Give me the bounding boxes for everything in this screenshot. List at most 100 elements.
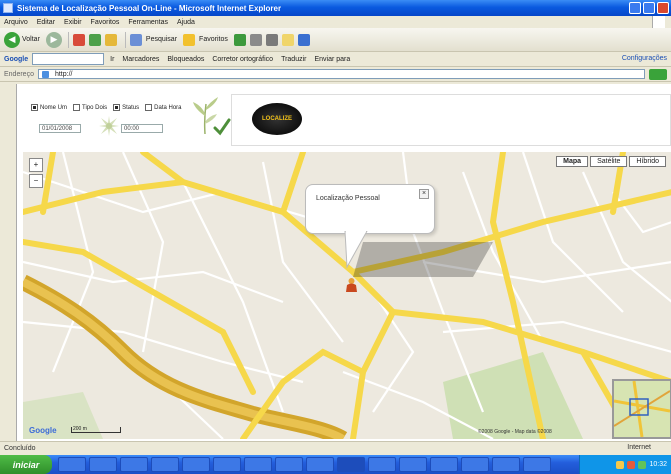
status-bar: Concluído Internet (0, 441, 671, 455)
tray-icon[interactable] (616, 460, 625, 469)
overview-map[interactable] (612, 379, 671, 439)
print-icon[interactable] (265, 33, 278, 46)
zoom-control: + − (29, 158, 43, 190)
filter-checkbox-4[interactable]: Data Hora (145, 104, 182, 111)
window-titlebar[interactable]: Sistema de Localização Pessoal On-Line -… (0, 0, 671, 16)
map-type-satellite[interactable]: Satélite (590, 156, 628, 167)
zoom-out-button[interactable]: − (29, 174, 43, 188)
taskbar-task-button[interactable] (368, 457, 396, 472)
tray-icon[interactable] (627, 460, 636, 469)
taskbar-task-button[interactable] (244, 457, 272, 472)
windows-logo-icon (652, 16, 665, 28)
start-button[interactable]: iniciar (0, 455, 52, 474)
tray-icon[interactable] (638, 460, 647, 469)
address-bar: Endereço http:// (0, 67, 671, 82)
date-from-input[interactable]: 01/01/2008 (39, 124, 81, 133)
google-map[interactable]: + − Mapa Satélite Híbrido Localização Pe… (23, 152, 671, 439)
info-close-button[interactable]: × (419, 189, 429, 199)
logo-text: LOCALIZE (262, 116, 292, 122)
taskbar-task-button[interactable] (151, 457, 179, 472)
taskbar-task-button[interactable] (430, 457, 458, 472)
address-input[interactable]: http:// (37, 69, 645, 79)
mail-icon[interactable] (249, 33, 262, 46)
close-button[interactable] (657, 2, 669, 14)
translate-button[interactable]: Traduzir (281, 56, 306, 63)
checkbox-label: Tipo Dois (82, 104, 108, 111)
google-search-input[interactable] (32, 53, 105, 65)
checkbox-label: Status (122, 104, 140, 111)
checkbox-label: Data Hora (154, 104, 182, 111)
minimize-button[interactable] (629, 2, 641, 14)
history-icon[interactable] (233, 33, 246, 46)
settings-button[interactable]: Configurações (622, 55, 667, 62)
window-title: Sistema de Localização Pessoal On-Line -… (17, 3, 282, 13)
map-type-hybrid[interactable]: Híbrido (629, 156, 666, 167)
menu-item-help[interactable]: Ajuda (177, 19, 195, 26)
clock[interactable]: 10:32 (649, 461, 667, 468)
google-go-button[interactable]: Ir (110, 56, 114, 63)
bookmarks-button[interactable]: Marcadores (122, 56, 159, 63)
taskbar-task-button[interactable] (492, 457, 520, 472)
taskbar-task-button[interactable] (89, 457, 117, 472)
search-icon[interactable] (129, 33, 142, 46)
logo-panel: LOCALIZE (231, 94, 671, 146)
taskbar-task-button[interactable] (523, 457, 551, 472)
taskbar-task-button[interactable] (275, 457, 303, 472)
window-controls (629, 2, 669, 14)
taskbar-task-button[interactable] (461, 457, 489, 472)
refresh-icon[interactable] (88, 33, 101, 46)
checkbox-box[interactable] (31, 104, 38, 111)
filter-checkbox-2[interactable]: Tipo Dois (73, 104, 107, 111)
menu-item-favorites[interactable]: Favoritos (91, 19, 120, 26)
go-button[interactable] (649, 69, 667, 80)
send-to-button[interactable]: Enviar para (314, 56, 350, 63)
page-content: Nome Um Tipo Dois Status Data Hora 01/01… (16, 84, 671, 441)
flower-decoration-icon (99, 116, 119, 136)
toolbar-divider (124, 31, 126, 48)
favorites-star-icon[interactable] (183, 33, 196, 46)
taskbar-task-button[interactable] (120, 457, 148, 472)
map-type-map[interactable]: Mapa (556, 156, 589, 167)
menu-bar: Arquivo Editar Exibir Favoritos Ferramen… (0, 16, 671, 28)
person-marker-icon[interactable] (345, 277, 358, 292)
back-button[interactable]: ◀ (4, 31, 20, 48)
info-window-title: Localização Pessoal (316, 195, 380, 202)
spellcheck-button[interactable]: Corretor ortográfico (212, 56, 273, 63)
popup-blocked-button[interactable]: Bloqueados (167, 56, 204, 63)
filter-checkbox-1[interactable]: Nome Um (31, 104, 67, 111)
taskbar-task-button[interactable] (399, 457, 427, 472)
filter-checkbox-3[interactable]: Status (113, 104, 139, 111)
search-label[interactable]: Pesquisar (146, 36, 177, 43)
date-to-input[interactable]: 00:00 (121, 124, 163, 133)
company-logo: LOCALIZE (252, 103, 302, 135)
google-map-logo: Google (29, 426, 57, 435)
taskbar-task-button[interactable] (213, 457, 241, 472)
maximize-button[interactable] (643, 2, 655, 14)
address-label: Endereço (4, 70, 34, 78)
status-text: Concluído (4, 445, 36, 452)
messenger-icon[interactable] (297, 33, 310, 46)
windows-taskbar: iniciar 10:32 (0, 455, 671, 474)
zoom-in-button[interactable]: + (29, 158, 43, 172)
favorites-label[interactable]: Favoritos (199, 36, 228, 43)
taskbar-task-button[interactable] (58, 457, 86, 472)
taskbar-task-button[interactable] (182, 457, 210, 472)
menu-item-view[interactable]: Exibir (64, 19, 82, 26)
forward-button[interactable]: ▶ (45, 31, 62, 48)
checkbox-box[interactable] (145, 104, 153, 111)
menu-item-edit[interactable]: Editar (37, 19, 55, 26)
filter-checkboxes: Nome Um Tipo Dois Status Data Hora (31, 104, 182, 111)
home-icon[interactable] (104, 33, 117, 46)
checkbox-box[interactable] (73, 104, 81, 111)
toolbar-divider (67, 31, 69, 48)
stop-icon[interactable] (72, 33, 85, 46)
ie-icon (3, 3, 13, 13)
menu-item-tools[interactable]: Ferramentas (128, 19, 168, 26)
submit-check-icon[interactable] (213, 118, 231, 136)
taskbar-task-button[interactable] (337, 457, 365, 472)
menu-item-file[interactable]: Arquivo (4, 19, 28, 26)
folder-icon[interactable] (281, 33, 294, 46)
checkbox-box[interactable] (113, 104, 121, 111)
taskbar-task-button[interactable] (306, 457, 334, 472)
browser-toolbar: ◀ Voltar ▶ Pesquisar Favoritos (0, 28, 671, 52)
